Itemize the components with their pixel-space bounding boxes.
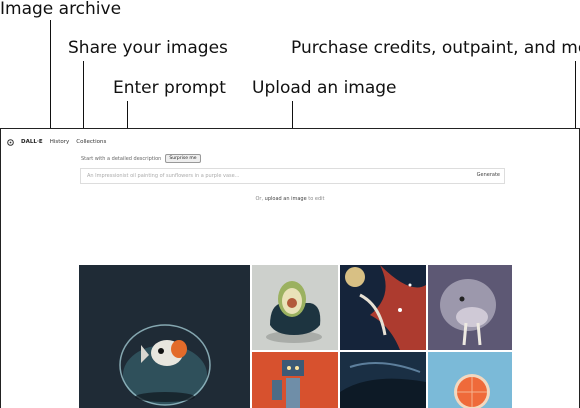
- app-window: DALL·E History Collections Start with a …: [0, 128, 580, 408]
- callout-image-archive: Image archive: [0, 0, 122, 19]
- top-nav: DALL·E History Collections: [7, 135, 106, 149]
- openai-logo-icon[interactable]: [7, 138, 14, 146]
- upload-suffix: to edit: [308, 196, 325, 202]
- gallery-image-astronaut-space[interactable]: [340, 265, 426, 350]
- leader-share-images: [83, 61, 84, 136]
- nav-collections[interactable]: Collections: [76, 139, 106, 145]
- gallery-image-robot[interactable]: [252, 352, 338, 408]
- prompt-placeholder: An Impressionist oil painting of sunflow…: [87, 173, 240, 179]
- generate-button[interactable]: Generate: [477, 172, 500, 178]
- gallery-image-orange-slice[interactable]: [428, 352, 512, 408]
- surprise-me-button[interactable]: Surprise me: [165, 154, 201, 163]
- brand-link[interactable]: DALL·E: [21, 139, 43, 145]
- nav-history[interactable]: History: [50, 139, 70, 145]
- gallery-image-night-landscape[interactable]: [340, 352, 426, 408]
- prompt-hint-text: Start with a detailed description: [81, 155, 162, 162]
- leader-purchase: [575, 61, 576, 136]
- gallery-image-avocado-chair[interactable]: [252, 265, 338, 350]
- upload-prefix: Or,: [255, 196, 264, 202]
- upload-row: Or, upload an image to edit: [1, 196, 579, 202]
- callout-enter-prompt: Enter prompt: [113, 78, 226, 98]
- prompt-hint-row: Start with a detailed description Surpri…: [81, 154, 201, 163]
- callout-purchase: Purchase credits, outpaint, and more: [291, 38, 580, 58]
- callout-share-images: Share your images: [68, 38, 228, 58]
- callout-upload-image: Upload an image: [252, 78, 397, 98]
- leader-image-archive: [50, 20, 51, 136]
- gallery-image-walrus[interactable]: [428, 265, 512, 350]
- prompt-input[interactable]: An Impressionist oil painting of sunflow…: [80, 168, 505, 184]
- upload-image-link[interactable]: upload an image: [265, 196, 307, 202]
- gallery-image-fishbowl[interactable]: [79, 265, 250, 408]
